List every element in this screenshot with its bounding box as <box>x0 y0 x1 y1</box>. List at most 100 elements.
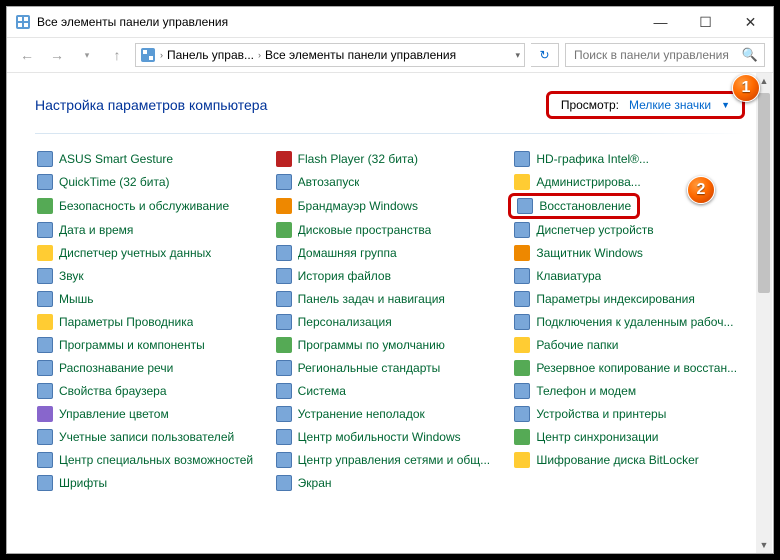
cp-item-taskbar[interactable]: Панель задач и навигация <box>274 290 507 308</box>
cp-item-default-programs[interactable]: Программы по умолчанию <box>274 336 507 354</box>
up-button[interactable]: ↑ <box>105 43 129 67</box>
maximize-button[interactable]: ☐ <box>683 7 728 37</box>
cp-item-mouse[interactable]: Мышь <box>35 290 268 308</box>
cp-item-troubleshooting[interactable]: Устранение неполадок <box>274 405 507 423</box>
credential-icon <box>37 245 53 261</box>
cp-item-recovery[interactable]: Восстановление <box>508 193 640 219</box>
cp-item-flash-player[interactable]: Flash Player (32 бита) <box>274 150 507 168</box>
cp-item-display[interactable]: Экран <box>274 474 507 492</box>
intel-icon <box>514 151 530 167</box>
cp-item-file-history[interactable]: История файлов <box>274 267 507 285</box>
callout-badge-2: 2 <box>687 176 715 204</box>
cp-item-mobility-center[interactable]: Центр мобильности Windows <box>274 428 507 446</box>
cp-item-user-accounts[interactable]: Учетные записи пользователей <box>35 428 268 446</box>
gesture-icon <box>37 151 53 167</box>
titlebar: Все элементы панели управления — ☐ ✕ <box>7 7 773 37</box>
cp-item-phone-modem[interactable]: Телефон и модем <box>512 382 745 400</box>
backup-icon <box>514 360 530 376</box>
view-selector[interactable]: Просмотр: Мелкие значки ▼ 1 <box>546 91 745 119</box>
cp-item-personalization[interactable]: Персонализация <box>274 313 507 331</box>
cp-item-storage-spaces[interactable]: Дисковые пространства <box>274 221 507 239</box>
close-button[interactable]: ✕ <box>728 7 773 37</box>
search-icon: 🔍 <box>742 47 758 63</box>
forward-button[interactable]: → <box>45 43 69 67</box>
content-area: Настройка параметров компьютера Просмотр… <box>7 73 773 553</box>
sync-icon <box>514 429 530 445</box>
minimize-button[interactable]: — <box>638 7 683 37</box>
mouse-icon <box>37 291 53 307</box>
printer-icon <box>514 406 530 422</box>
flag-icon <box>37 198 53 214</box>
history-icon <box>276 268 292 284</box>
keyboard-icon <box>514 268 530 284</box>
cp-item-color-management[interactable]: Управление цветом <box>35 405 268 423</box>
breadcrumb-part[interactable]: Панель управ... <box>167 48 254 62</box>
cp-item-fonts[interactable]: Шрифты <box>35 474 268 492</box>
control-panel-icon <box>140 47 156 63</box>
cp-item-bitlocker[interactable]: Шифрование диска BitLocker <box>512 451 745 469</box>
color-icon <box>37 406 53 422</box>
personalization-icon <box>276 314 292 330</box>
cp-item-programs[interactable]: Программы и компоненты <box>35 336 268 354</box>
cp-item-credential-manager[interactable]: Диспетчер учетных данных <box>35 244 268 262</box>
ease-icon <box>37 452 53 468</box>
internet-icon <box>37 383 53 399</box>
cp-item-indexing[interactable]: Параметры индексирования <box>512 290 745 308</box>
breadcrumb-part[interactable]: Все элементы панели управления <box>265 48 456 62</box>
chevron-right-icon: › <box>160 50 163 60</box>
cp-item-remote-desktop[interactable]: Подключения к удаленным рабоч... <box>512 313 745 331</box>
navbar: ← → ▾ ↑ › Панель управ... › Все элементы… <box>7 37 773 73</box>
window-title: Все элементы панели управления <box>37 15 638 29</box>
cp-item-network-center[interactable]: Центр управления сетями и общ... <box>274 451 507 469</box>
history-dropdown[interactable]: ▾ <box>75 43 99 67</box>
address-bar[interactable]: › Панель управ... › Все элементы панели … <box>135 43 525 67</box>
cp-item-security[interactable]: Безопасность и обслуживание <box>35 196 268 216</box>
search-input[interactable] <box>572 47 742 63</box>
default-icon <box>276 337 292 353</box>
cp-item-autoplay[interactable]: Автозапуск <box>274 173 507 191</box>
programs-icon <box>37 337 53 353</box>
cp-item-defender[interactable]: Защитник Windows <box>512 244 745 262</box>
display-icon <box>276 475 292 491</box>
search-box[interactable]: 🔍 <box>565 43 765 67</box>
cp-item-asus-smart-gesture[interactable]: ASUS Smart Gesture <box>35 150 268 168</box>
bitlocker-icon <box>514 452 530 468</box>
cp-item-system[interactable]: Система <box>274 382 507 400</box>
back-button[interactable]: ← <box>15 43 39 67</box>
vertical-scrollbar[interactable]: ▲ ▼ <box>756 73 772 553</box>
cp-item-date-time[interactable]: Дата и время <box>35 221 268 239</box>
refresh-button[interactable]: ↻ <box>531 43 559 67</box>
scroll-down-arrow-icon[interactable]: ▼ <box>756 537 772 553</box>
autoplay-icon <box>276 174 292 190</box>
items-grid: ASUS Smart Gesture Flash Player (32 бита… <box>35 150 745 492</box>
cp-item-sync-center[interactable]: Центр синхронизации <box>512 428 745 446</box>
scrollbar-thumb[interactable] <box>758 93 770 293</box>
cp-item-intel-hd[interactable]: HD-графика Intel®... <box>512 150 745 168</box>
admin-icon <box>514 174 530 190</box>
taskbar-icon <box>276 291 292 307</box>
user-icon <box>37 429 53 445</box>
cp-item-homegroup[interactable]: Домашняя группа <box>274 244 507 262</box>
cp-item-firewall[interactable]: Брандмауэр Windows <box>274 196 507 216</box>
remote-icon <box>514 314 530 330</box>
speech-icon <box>37 360 53 376</box>
cp-item-explorer-options[interactable]: Параметры Проводника <box>35 313 268 331</box>
cp-item-work-folders[interactable]: Рабочие папки <box>512 336 745 354</box>
cp-item-device-manager[interactable]: Диспетчер устройств <box>512 221 745 239</box>
cp-item-ease-of-access[interactable]: Центр специальных возможностей <box>35 451 268 469</box>
cp-item-region[interactable]: Региональные стандарты <box>274 359 507 377</box>
breadcrumb-dropdown[interactable]: ▾ <box>515 50 520 61</box>
cp-item-quicktime[interactable]: QuickTime (32 бита) <box>35 173 268 191</box>
region-icon <box>276 360 292 376</box>
cp-item-keyboard[interactable]: Клавиатура <box>512 267 745 285</box>
cp-item-backup[interactable]: Резервное копирование и восстан... <box>512 359 745 377</box>
folder-icon <box>37 314 53 330</box>
cp-item-devices-printers[interactable]: Устройства и принтеры <box>512 405 745 423</box>
cp-item-speech[interactable]: Распознавание речи <box>35 359 268 377</box>
phone-icon <box>514 383 530 399</box>
cp-item-sound[interactable]: Звук <box>35 267 268 285</box>
homegroup-icon <box>276 245 292 261</box>
recovery-icon <box>517 198 533 214</box>
cp-item-internet-options[interactable]: Свойства браузера <box>35 382 268 400</box>
view-label: Просмотр: <box>561 98 619 112</box>
